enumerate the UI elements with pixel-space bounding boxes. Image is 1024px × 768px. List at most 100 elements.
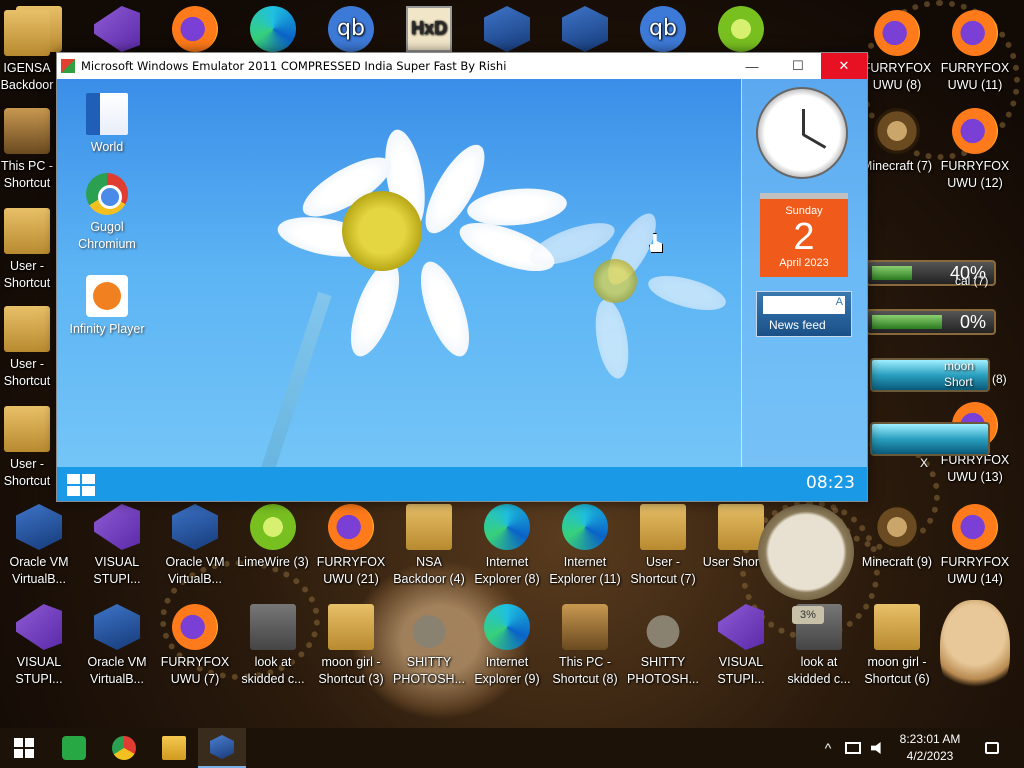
- news-bar: A: [763, 296, 845, 314]
- user-folder-icon: [4, 406, 50, 452]
- emulator-shortcut-label: Infinity Player: [69, 322, 145, 336]
- desktop-shortcut[interactable]: Internet Explorer (8): [468, 504, 546, 600]
- emulator-shortcut[interactable]: Infinity Player: [69, 275, 145, 338]
- shortcut-label: look at skidded c...: [241, 655, 305, 686]
- shortcut-label: VISUAL STUPI...: [15, 655, 63, 686]
- user-folder-icon: [874, 604, 920, 650]
- desktop-shortcut[interactable]: FURRYFOX UWU (11): [936, 10, 1014, 106]
- calendar-day: 2: [793, 216, 815, 258]
- taskbar-chrome[interactable]: [100, 728, 148, 768]
- shortcut-label: Internet Explorer (9): [474, 655, 540, 686]
- virtualbox-icon: [210, 735, 234, 759]
- tray-overflow-caret[interactable]: ^: [816, 728, 840, 768]
- desktop-shortcut[interactable]: Oracle VM VirtualB...: [78, 604, 156, 700]
- desktop-shortcut[interactable]: Minecraft (7): [858, 108, 936, 204]
- emulator-shortcut-label: World: [90, 140, 124, 154]
- hamster-image: [940, 600, 1010, 700]
- desktop-shortcut[interactable]: moon girl - Shortcut (3): [312, 604, 390, 700]
- visual-studio-icon: [94, 504, 140, 550]
- news-feed-gadget[interactable]: A News feed: [756, 291, 852, 337]
- tube-tail-label: (8): [992, 372, 1007, 386]
- user-folder-icon: [328, 604, 374, 650]
- user-folder-icon: [4, 306, 50, 352]
- gadget-sidebar: Sunday 2 April 2023 A News feed: [741, 79, 867, 467]
- desktop-shortcut[interactable]: SHITTY PHOTOSH...: [390, 604, 468, 700]
- user-folder-icon: [718, 504, 764, 550]
- qbittorrent-icon: qb: [328, 6, 374, 52]
- desktop-shortcut[interactable]: Minecraft (9): [858, 504, 936, 600]
- close-button[interactable]: ✕: [821, 53, 867, 79]
- desktop-shortcut[interactable]: VISUAL STUPI...: [78, 504, 156, 600]
- taskbar-clock[interactable]: 8:23:01 AM 4/2/2023: [882, 731, 978, 765]
- desktop-shortcut[interactable]: FURRYFOX UWU (21): [312, 504, 390, 600]
- desktop-shortcut[interactable]: Internet Explorer (9): [468, 604, 546, 700]
- emulator-start-button[interactable]: [67, 474, 95, 496]
- virtualbox-icon: [562, 6, 608, 52]
- emulator-window[interactable]: Microsoft Windows Emulator 2011 COMPRESS…: [56, 52, 868, 502]
- desktop-shortcut[interactable]: FURRYFOX UWU (8): [858, 10, 936, 106]
- edge-icon: [484, 604, 530, 650]
- taskbar-app-green[interactable]: [50, 728, 98, 768]
- desktop-shortcut[interactable]: User - Shortcut (7): [624, 504, 702, 600]
- desktop-shortcut[interactable]: Internet Explorer (11): [546, 504, 624, 600]
- desktop-shortcut[interactable]: look at skidded c...: [234, 604, 312, 700]
- desktop-shortcut[interactable]: FURRYFOX UWU (12): [936, 108, 1014, 204]
- app-icon: [61, 59, 75, 73]
- minecraft-icon: [874, 108, 920, 154]
- desktop-shortcut[interactable]: VISUAL STUPI...: [0, 604, 78, 700]
- word-icon: [86, 93, 128, 135]
- shortcut-label: FURRYFOX UWU (12): [940, 159, 1010, 190]
- shortcut-label: Minecraft (7): [861, 159, 933, 173]
- limewire-icon: [250, 504, 296, 550]
- desktop-shortcut[interactable]: Oracle VM VirtualB...: [0, 504, 78, 600]
- shortcut-label: SHITTY PHOTOSH...: [626, 655, 699, 686]
- shortcut-label: Minecraft (9): [861, 555, 933, 569]
- shortcut-label: moon girl - Shortcut (3): [318, 655, 384, 686]
- emulator-shortcut[interactable]: Gugol Chromium: [69, 173, 145, 253]
- windows-start-icon: [14, 738, 34, 758]
- gauge-percent: 3%: [792, 606, 824, 624]
- shortcut-label: Oracle VM VirtualB...: [87, 655, 147, 686]
- shortcut-label: FURRYFOX UWU (14): [940, 555, 1010, 586]
- meter-value: 0%: [959, 312, 986, 332]
- firefox-icon: [952, 108, 998, 154]
- emulator-shortcut[interactable]: World: [69, 93, 145, 156]
- desktop-shortcut[interactable]: Oracle VM VirtualB...: [156, 504, 234, 600]
- taskbar-file-explorer[interactable]: [150, 728, 198, 768]
- shortcut-label: This PC - Shortcut (8): [552, 655, 618, 686]
- emulator-screen[interactable]: World Gugol Chromium Infinity Player Sunda…: [57, 79, 867, 501]
- desktop-shortcut[interactable]: FURRYFOX UWU (14): [936, 504, 1014, 600]
- shortcut-label: User - Shortcut (7): [630, 555, 696, 586]
- desktop-shortcut[interactable]: NSA Backdoor (4): [390, 504, 468, 600]
- shortcut-label: VISUAL STUPI...: [93, 555, 141, 586]
- desktop-shortcut[interactable]: FURRYFOX UWU (7): [156, 604, 234, 700]
- desktop-shortcut[interactable]: SHITTY PHOTOSH...: [624, 604, 702, 700]
- clock-gadget[interactable]: [756, 87, 848, 179]
- firefox-icon: [874, 10, 920, 56]
- user-folder-icon: [640, 504, 686, 550]
- desktop-shortcut[interactable]: VISUAL STUPI...: [702, 604, 780, 700]
- desktop-shortcut[interactable]: LimeWire (3): [234, 504, 312, 600]
- firefox-icon: [172, 604, 218, 650]
- network-icon[interactable]: [842, 728, 864, 768]
- edge-icon: [562, 504, 608, 550]
- gimp-icon: [640, 604, 686, 650]
- media-player-icon: [86, 275, 128, 317]
- firefox-icon: [172, 6, 218, 52]
- notification-icon[interactable]: [980, 728, 1004, 768]
- virtualbox-icon: [94, 604, 140, 650]
- title-bar[interactable]: Microsoft Windows Emulator 2011 COMPRESS…: [57, 53, 867, 79]
- maximize-button[interactable]: ☐: [775, 53, 821, 79]
- minimize-button[interactable]: —: [729, 53, 775, 79]
- taskbar-virtualbox[interactable]: [198, 728, 246, 768]
- qbittorrent-icon: qb: [640, 6, 686, 52]
- desktop-shortcut[interactable]: This PC - Shortcut (8): [546, 604, 624, 700]
- limewire-icon: [718, 6, 764, 52]
- firefox-icon: [328, 504, 374, 550]
- windows-stack-icon: [250, 604, 296, 650]
- chrome-icon: [112, 736, 136, 760]
- desktop-shortcut[interactable]: moon girl - Shortcut (6): [858, 604, 936, 700]
- shortcut-label: FURRYFOX UWU (13): [940, 453, 1010, 484]
- calendar-gadget[interactable]: Sunday 2 April 2023: [760, 193, 848, 277]
- start-button[interactable]: [0, 728, 48, 768]
